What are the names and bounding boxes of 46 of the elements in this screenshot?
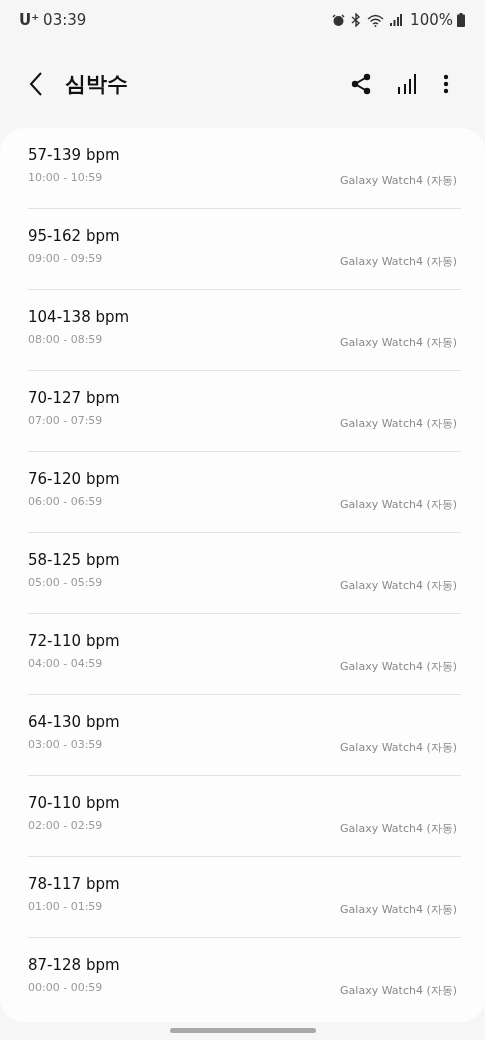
time-range: 06:00 - 06:59 xyxy=(28,495,103,508)
back-icon[interactable] xyxy=(29,72,43,96)
source-label: Galaxy Watch4 (자동) xyxy=(340,497,457,512)
share-icon[interactable] xyxy=(351,73,371,95)
time-range: 10:00 - 10:59 xyxy=(28,171,103,184)
source-label: Galaxy Watch4 (자동) xyxy=(340,659,457,674)
source-label: Galaxy Watch4 (자동) xyxy=(340,902,457,917)
bpm-range: 95-162 bpm xyxy=(28,227,121,245)
time-range: 01:00 - 01:59 xyxy=(28,900,103,913)
bpm-range: 58-125 bpm xyxy=(28,551,121,569)
bpm-range: 70-110 bpm xyxy=(28,794,121,812)
bpm-range: 76-120 bpm xyxy=(28,470,121,488)
time-range: 02:00 - 02:59 xyxy=(28,819,103,832)
time-range: 07:00 - 07:59 xyxy=(28,414,103,427)
time-range: 00:00 - 00:59 xyxy=(28,981,103,994)
time-range: 05:00 - 05:59 xyxy=(28,576,103,589)
more-icon[interactable] xyxy=(443,74,449,94)
bluetooth-icon xyxy=(351,13,362,27)
bpm-range: 72-110 bpm xyxy=(28,632,121,650)
source-label: Galaxy Watch4 (자동) xyxy=(340,254,457,269)
time-range: 03:00 - 03:59 xyxy=(28,738,103,751)
source-label: Galaxy Watch4 (자동) xyxy=(340,578,457,593)
bpm-range: 70-127 bpm xyxy=(28,389,121,407)
source-label: Galaxy Watch4 (자동) xyxy=(340,335,457,350)
battery-percent: 100% xyxy=(410,11,453,29)
source-label: Galaxy Watch4 (자동) xyxy=(340,740,457,755)
bpm-range: 104-138 bpm xyxy=(28,308,131,326)
wifi-icon xyxy=(367,13,385,27)
alarm-icon xyxy=(332,13,346,27)
carrier-label: U⁺ xyxy=(19,11,40,29)
bpm-range: 78-117 bpm xyxy=(28,875,121,893)
bpm-range: 57-139 bpm xyxy=(28,146,121,164)
source-label: Galaxy Watch4 (자동) xyxy=(340,821,457,836)
source-label: Galaxy Watch4 (자동) xyxy=(340,983,457,998)
page-title: 심박수 xyxy=(65,71,128,98)
signal-icon xyxy=(390,14,403,26)
bpm-range: 87-128 bpm xyxy=(28,956,121,974)
source-label: Galaxy Watch4 (자동) xyxy=(340,173,457,188)
source-label: Galaxy Watch4 (자동) xyxy=(340,416,457,431)
bpm-range: 64-130 bpm xyxy=(28,713,121,731)
time-range: 09:00 - 09:59 xyxy=(28,252,103,265)
time-range: 08:00 - 08:59 xyxy=(28,333,103,346)
time-range: 04:00 - 04:59 xyxy=(28,657,103,670)
status-time: 03:39 xyxy=(43,11,87,29)
battery-icon xyxy=(457,13,465,27)
chart-icon[interactable] xyxy=(397,74,417,94)
